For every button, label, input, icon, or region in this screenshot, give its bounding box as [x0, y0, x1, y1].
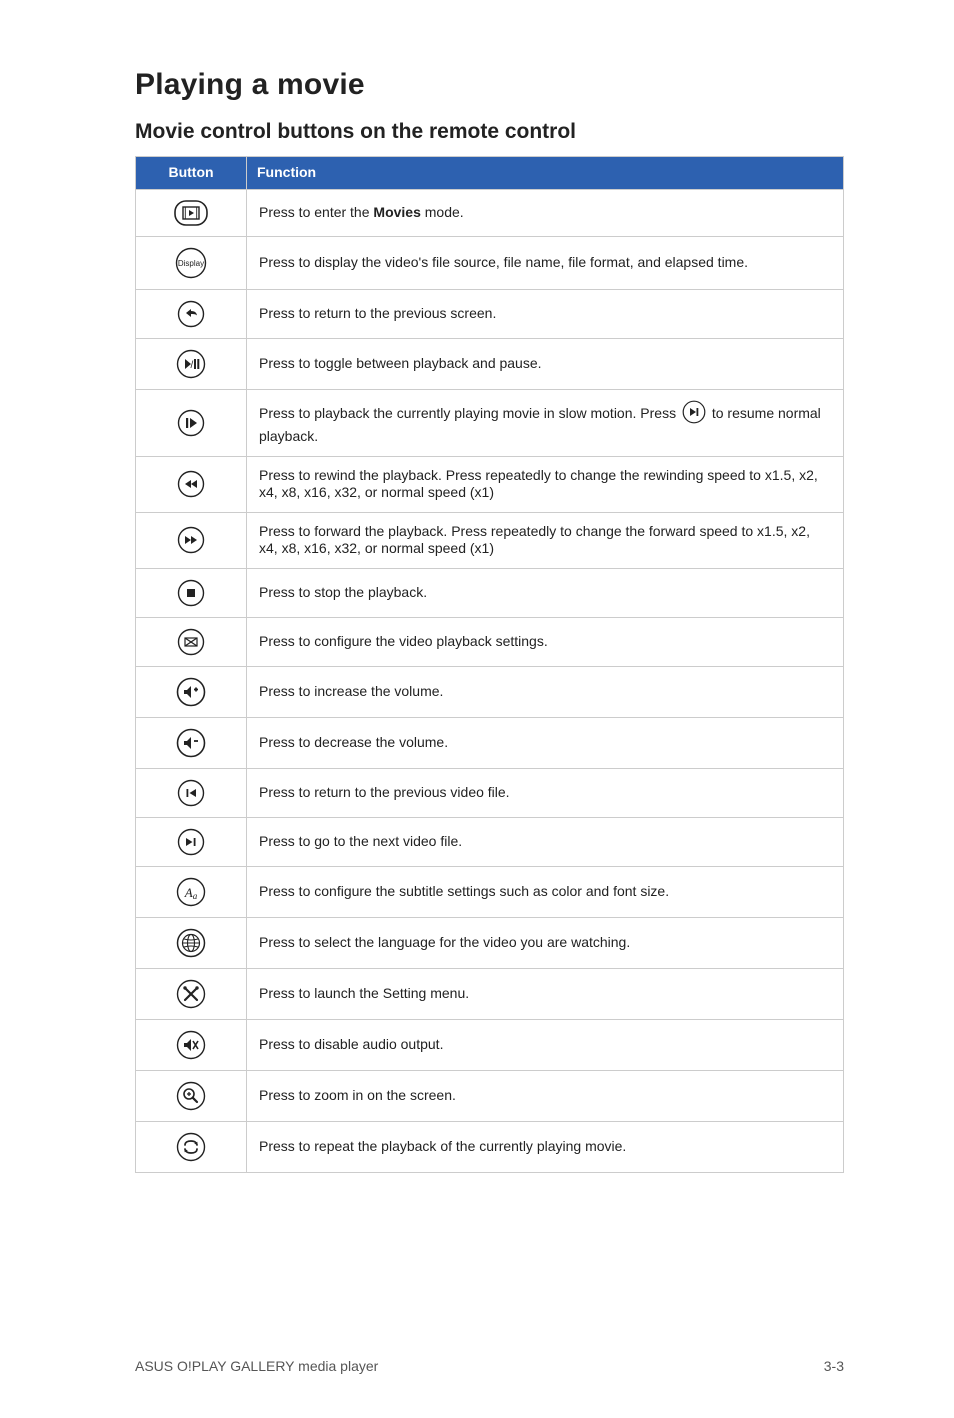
table-row: Press to forward the playback. Press rep… — [136, 512, 844, 568]
page-title: Playing a movie — [135, 68, 844, 102]
function-cell: Press to select the language for the vid… — [247, 917, 844, 968]
button-cell: Aa — [136, 866, 247, 917]
function-cell: Press to return to the previous screen. — [247, 289, 844, 338]
svg-text:Aa: Aa — [184, 885, 198, 901]
table-row: Press to stop the playback. — [136, 568, 844, 617]
page-footer: ASUS O!PLAY GALLERY media player 3-3 — [135, 1358, 844, 1374]
play-pause-icon: / — [176, 349, 206, 379]
table-row: / Press to toggle between playback and p… — [136, 338, 844, 389]
table-row: Press to select the language for the vid… — [136, 917, 844, 968]
button-cell: Display — [136, 236, 247, 289]
function-cell: Press to display the video's file source… — [247, 236, 844, 289]
button-cell — [136, 456, 247, 512]
table-row: Press to repeat the playback of the curr… — [136, 1121, 844, 1172]
movies-mode-icon — [174, 200, 208, 226]
button-cell — [136, 666, 247, 717]
button-cell — [136, 289, 247, 338]
function-cell: Press to stop the playback. — [247, 568, 844, 617]
button-cell — [136, 512, 247, 568]
table-row: Press to decrease the volume. — [136, 717, 844, 768]
footer-left-text: ASUS O!PLAY GALLERY media player — [135, 1358, 378, 1374]
footer-page-number: 3-3 — [824, 1358, 844, 1374]
function-cell: Press to decrease the volume. — [247, 717, 844, 768]
button-cell — [136, 1070, 247, 1121]
table-row: Press to return to the previous video fi… — [136, 768, 844, 817]
function-cell: Press to enter the Movies mode. — [247, 189, 844, 236]
volume-up-icon — [176, 677, 206, 707]
remote-buttons-table: Button Function — [135, 156, 844, 1173]
function-cell: Press to forward the playback. Press rep… — [247, 512, 844, 568]
table-row: Press to playback the currently playing … — [136, 389, 844, 456]
repeat-icon — [176, 1132, 206, 1162]
table-row: Press to return to the previous screen. — [136, 289, 844, 338]
function-cell: Press to launch the Setting menu. — [247, 968, 844, 1019]
svg-text:/: / — [191, 360, 194, 371]
rewind-icon — [177, 470, 205, 498]
slow-motion-icon — [177, 409, 205, 437]
function-cell: Press to increase the volume. — [247, 666, 844, 717]
next-track-icon — [177, 828, 205, 856]
button-cell — [136, 568, 247, 617]
volume-down-icon — [176, 728, 206, 758]
table-row: Press to disable audio output. — [136, 1019, 844, 1070]
col-function-header: Function — [247, 157, 844, 190]
button-cell — [136, 1019, 247, 1070]
table-row: Aa Press to configure the subtitle setti… — [136, 866, 844, 917]
table-row: Press to go to the next video file. — [136, 817, 844, 866]
table-row: Display Press to display the video's fil… — [136, 236, 844, 289]
mute-icon — [176, 1030, 206, 1060]
table-row: Press to configure the video playback se… — [136, 617, 844, 666]
button-cell — [136, 189, 247, 236]
function-cell: Press to repeat the playback of the curr… — [247, 1121, 844, 1172]
page: Playing a movie Movie control buttons on… — [0, 0, 954, 1418]
subtitle-icon: Aa — [176, 877, 206, 907]
function-cell: Press to playback the currently playing … — [247, 389, 844, 456]
button-cell — [136, 717, 247, 768]
table-row: Press to enter the Movies mode. — [136, 189, 844, 236]
button-cell — [136, 617, 247, 666]
function-cell: Press to configure the video playback se… — [247, 617, 844, 666]
function-cell: Press to toggle between playback and pau… — [247, 338, 844, 389]
table-row: Press to launch the Setting menu. — [136, 968, 844, 1019]
table-row: Press to zoom in on the screen. — [136, 1070, 844, 1121]
options-icon — [177, 628, 205, 656]
function-cell: Press to go to the next video file. — [247, 817, 844, 866]
table-row: Press to rewind the playback. Press repe… — [136, 456, 844, 512]
function-cell: Press to configure the subtitle settings… — [247, 866, 844, 917]
button-cell — [136, 1121, 247, 1172]
function-cell: Press to return to the previous video fi… — [247, 768, 844, 817]
button-cell — [136, 817, 247, 866]
settings-icon — [176, 979, 206, 1009]
button-cell: / — [136, 338, 247, 389]
language-icon — [176, 928, 206, 958]
function-text-bold: Movies — [373, 204, 420, 220]
function-text-before: Press to enter the — [259, 204, 373, 220]
button-cell — [136, 768, 247, 817]
stop-icon — [177, 579, 205, 607]
next-track-inline-icon — [682, 400, 706, 429]
previous-track-icon — [177, 779, 205, 807]
fast-forward-icon — [177, 526, 205, 554]
function-cell: Press to disable audio output. — [247, 1019, 844, 1070]
display-icon: Display — [175, 247, 207, 279]
col-button-header: Button — [136, 157, 247, 190]
button-cell — [136, 917, 247, 968]
table-row: Press to increase the volume. — [136, 666, 844, 717]
function-cell: Press to zoom in on the screen. — [247, 1070, 844, 1121]
function-text-before: Press to playback the currently playing … — [259, 404, 680, 420]
return-icon — [177, 300, 205, 328]
button-cell — [136, 389, 247, 456]
button-cell — [136, 968, 247, 1019]
zoom-in-icon — [176, 1081, 206, 1111]
function-text-after: mode. — [421, 204, 464, 220]
function-cell: Press to rewind the playback. Press repe… — [247, 456, 844, 512]
section-title: Movie control buttons on the remote cont… — [135, 120, 844, 144]
svg-text:Display: Display — [178, 259, 204, 268]
